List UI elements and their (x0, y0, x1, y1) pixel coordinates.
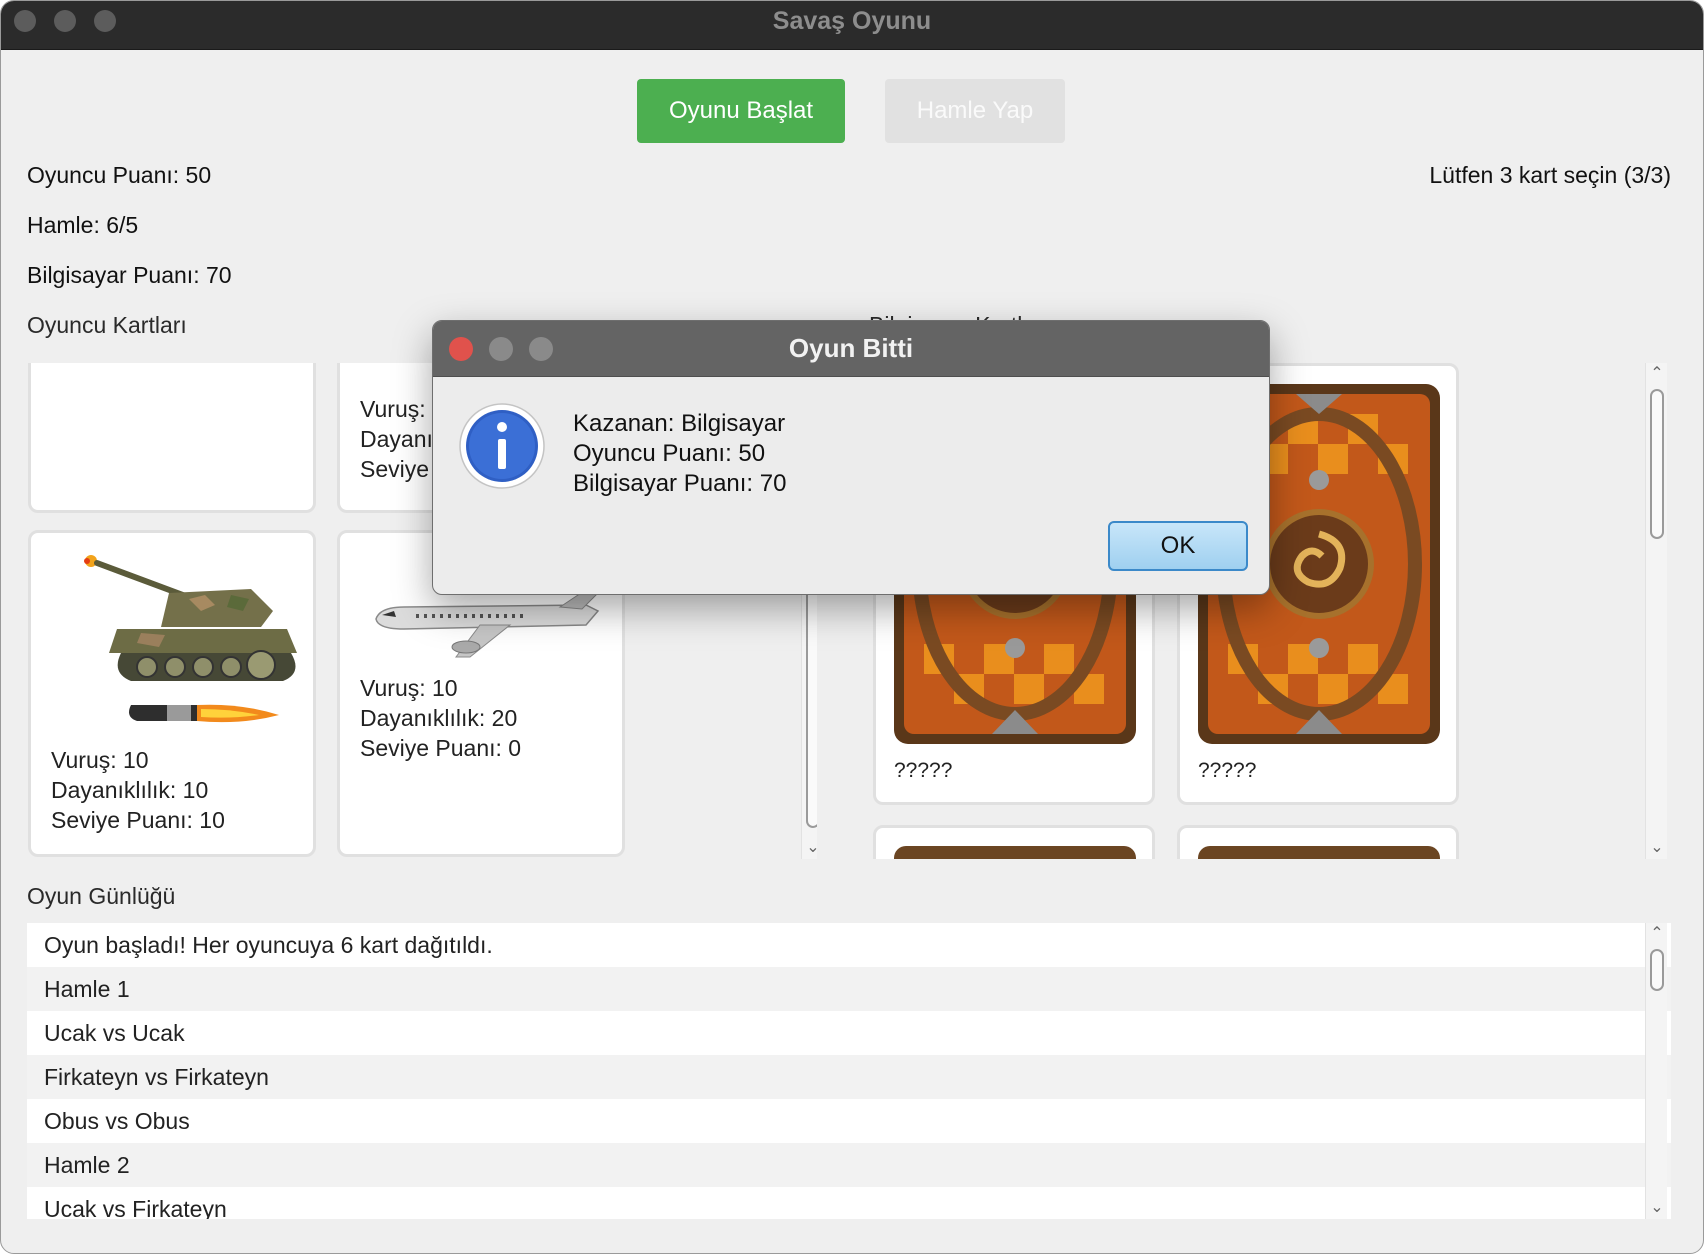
window-title: Savaş Oyunu (772, 7, 932, 35)
game-log-scrollbar[interactable]: ⌃ ⌄ (1645, 923, 1667, 1219)
log-entry: Hamle 2 (27, 1143, 1671, 1187)
game-log-title: Oyun Günlüğü (27, 883, 176, 909)
log-entry: Firkateyn vs Firkateyn (27, 1055, 1671, 1099)
attack-stat: Vuruş: 10 (360, 675, 458, 701)
ok-button[interactable]: OK (1108, 521, 1248, 571)
chevron-up-icon[interactable]: ⌃ (1646, 923, 1668, 943)
scroll-thumb[interactable] (1650, 949, 1664, 991)
chevron-down-icon[interactable]: ⌄ (802, 837, 817, 857)
tank-icon (84, 555, 297, 723)
make-move-button[interactable]: Hamle Yap (885, 79, 1065, 143)
chevron-down-icon[interactable]: ⌄ (1646, 1197, 1668, 1217)
chevron-down-icon[interactable]: ⌄ (1646, 837, 1668, 857)
chevron-up-icon[interactable]: ⌃ (1646, 363, 1668, 383)
info-icon (459, 403, 545, 489)
start-game-button[interactable]: Oyunu Başlat (637, 79, 845, 143)
title-bar: Savaş Oyunu (1, 1, 1703, 50)
computer-score-line: Bilgisayar Puanı: 70 (573, 470, 787, 497)
player-score-line: Oyuncu Puanı: 50 (573, 440, 766, 467)
hidden-card-label: ????? (894, 759, 953, 782)
card-stats: Vuruş: Dayanı Seviye (360, 394, 433, 484)
winner-line: Kazanan: Bilgisayar (573, 410, 786, 437)
computer-card-hidden[interactable] (1177, 825, 1459, 859)
player-card[interactable] (28, 363, 316, 513)
dialog-message: Kazanan: Bilgisayar Oyuncu Puanı: 50 Bil… (573, 409, 786, 499)
computer-card-hidden[interactable] (873, 825, 1155, 859)
durability-stat: Dayanıklılık: 10 (51, 777, 209, 803)
player-card-tank[interactable]: Vuruş: 10 Dayanıklılık: 10 Seviye Puanı:… (28, 530, 316, 857)
game-over-dialog: Oyun Bitti Kazanan: Bilgisayar Oyuncu Pu… (432, 320, 1270, 595)
durability-stat: Dayanı (360, 426, 433, 452)
card-stats: Vuruş: 10 Dayanıklılık: 20 Seviye Puanı:… (360, 673, 521, 763)
game-window: Savaş Oyunu Oyunu Başlat Hamle Yap Oyunc… (0, 0, 1704, 1254)
level-stat: Seviye Puanı: 10 (51, 807, 225, 833)
log-entry: Obus vs Obus (44, 1108, 190, 1134)
log-entry: Hamle 1 (27, 967, 1671, 1011)
level-stat: Seviye (360, 456, 430, 482)
computer-cards-scrollbar[interactable]: ⌃ ⌄ (1645, 363, 1667, 859)
durability-stat: Dayanıklılık: 20 (360, 705, 518, 731)
computer-score-label: Bilgisayar Puanı: 70 (27, 262, 232, 288)
card-stats: Vuruş: 10 Dayanıklılık: 10 Seviye Puanı:… (51, 745, 225, 835)
card-back-image (894, 846, 1136, 859)
selection-hint-label: Lütfen 3 kart seçin (3/3) (1429, 162, 1671, 188)
attack-stat: Vuruş: 10 (51, 747, 149, 773)
scroll-thumb[interactable] (1650, 389, 1664, 539)
player-score-label: Oyuncu Puanı: 50 (27, 162, 212, 188)
log-entry: Oyun başladı! Her oyuncuya 6 kart dağıtı… (44, 932, 493, 958)
dialog-title: Oyun Bitti (788, 333, 914, 363)
card-back-image (1198, 846, 1440, 859)
hidden-card-label: ????? (1198, 759, 1257, 782)
log-entry: Ucak vs Firkateyn (44, 1196, 227, 1219)
dialog-title-bar: Oyun Bitti (433, 321, 1269, 377)
log-entry: Ucak vs Ucak (44, 1020, 185, 1046)
level-stat: Seviye Puanı: 0 (360, 735, 522, 761)
move-count-label: Hamle: 6/5 (27, 212, 139, 238)
player-cards-title: Oyuncu Kartları (27, 312, 187, 338)
attack-stat: Vuruş: (360, 396, 426, 422)
game-log-list[interactable]: Oyun başladı! Her oyuncuya 6 kart dağıtı… (27, 923, 1671, 1219)
